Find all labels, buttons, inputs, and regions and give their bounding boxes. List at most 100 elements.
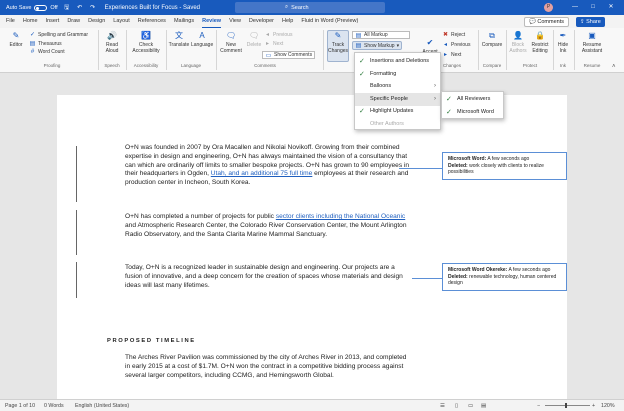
- next-comment-icon: ▸: [265, 41, 269, 47]
- tab-home[interactable]: Home: [23, 15, 38, 28]
- zoom-slider-handle[interactable]: [565, 403, 567, 408]
- show-comments-label: Show Comments: [274, 52, 313, 58]
- read-mode-icon[interactable]: ▯: [455, 403, 458, 409]
- balloon-connector: [412, 278, 442, 279]
- revision-balloon[interactable]: Microsoft Word Okereke: A few seconds ag…: [442, 263, 567, 291]
- track-changes-button[interactable]: ✎ Track Changes: [327, 30, 349, 62]
- spelling-icon: ✓: [29, 32, 36, 38]
- menu-item-balloons[interactable]: Balloons ›: [355, 80, 440, 93]
- checkmark-icon: ✓: [359, 58, 365, 65]
- restrict-editing-button[interactable]: 🔒 Restrict Editing: [530, 31, 550, 54]
- paragraph-3[interactable]: Today, O+N is a recognized leader in sus…: [125, 264, 410, 290]
- menu-item-specific-people[interactable]: Specific People ›: [355, 92, 440, 106]
- thesaurus-icon: ▤: [29, 41, 36, 47]
- tab-insert[interactable]: Insert: [46, 15, 60, 28]
- compare-button[interactable]: ⧉ Compare: [481, 31, 503, 48]
- reject-button[interactable]: ✖ Reject: [442, 31, 465, 39]
- new-comment-label-2: Comment: [220, 48, 242, 54]
- search-box[interactable]: ⌕ Search: [235, 2, 385, 13]
- check-accessibility-button[interactable]: ♿ Check Accessibility: [130, 31, 162, 54]
- tab-fluid-in-word-preview[interactable]: Fluid in Word (Preview): [301, 15, 358, 28]
- menu-item-label: Balloons: [370, 83, 392, 89]
- block-authors-button[interactable]: 👤 Block Authors: [508, 31, 528, 54]
- ink-icon: ✒: [559, 31, 567, 40]
- markup-display-select[interactable]: ▤ All Markup: [352, 31, 410, 39]
- maximize-button[interactable]: □: [586, 0, 600, 15]
- group-language: Language: [180, 63, 202, 68]
- tab-review[interactable]: Review: [202, 15, 222, 28]
- delete-comment-button[interactable]: 🗨 Delete: [245, 31, 263, 48]
- thesaurus-button[interactable]: ▤ Thesaurus: [29, 40, 62, 48]
- tab-view[interactable]: View: [229, 15, 241, 28]
- focus-icon[interactable]: ☰: [440, 403, 445, 409]
- show-markup-label: Show Markup: [364, 42, 395, 49]
- menu-item-formatting[interactable]: ✓ Formatting: [355, 68, 440, 81]
- paragraph-2[interactable]: O+N has completed a number of projects f…: [125, 213, 410, 239]
- tab-help[interactable]: Help: [282, 15, 293, 28]
- new-comment-button[interactable]: 🗨 New Comment: [219, 31, 243, 54]
- autosave-switch-icon[interactable]: [34, 4, 48, 11]
- lock-icon: 🔒: [535, 31, 545, 40]
- word-count-button[interactable]: # Word Count: [29, 49, 65, 55]
- tab-references[interactable]: References: [138, 15, 166, 28]
- translate-button[interactable]: 文 Translate: [168, 31, 190, 48]
- web-layout-icon[interactable]: ▤: [481, 403, 486, 409]
- document-title[interactable]: Experiences Built for Focus - Saved: [105, 5, 200, 11]
- editor-button[interactable]: ✎ Editor: [6, 31, 26, 48]
- next-change-button[interactable]: ▸ Next: [442, 51, 461, 59]
- balloon-time: A few seconds ago: [507, 267, 551, 273]
- save-icon[interactable]: 🖫: [63, 4, 71, 12]
- group-protect: Protect: [522, 63, 538, 68]
- menu-item-microsoft-word[interactable]: ✓ Microsoft Word: [442, 106, 503, 119]
- autosave-toggle[interactable]: Auto Save Off: [6, 4, 58, 11]
- tab-mailings[interactable]: Mailings: [174, 15, 194, 28]
- previous-comment-button[interactable]: ◂ Previous: [264, 31, 292, 39]
- paragraph-1[interactable]: O+N was founded in 2007 by Ora Macallen …: [125, 144, 410, 188]
- undo-icon[interactable]: ↶: [76, 4, 84, 12]
- tab-file[interactable]: File: [6, 15, 15, 28]
- translate-label: Translate: [168, 42, 190, 48]
- minimize-button[interactable]: —: [568, 0, 582, 15]
- paragraph-4[interactable]: The Arches River Pavilion was commission…: [125, 354, 410, 380]
- avatar[interactable]: P: [544, 3, 553, 12]
- word-count[interactable]: 0 Words: [44, 403, 64, 409]
- show-comments-button[interactable]: ▭ Show Comments: [262, 51, 316, 59]
- tab-design[interactable]: Design: [88, 15, 105, 28]
- checkmark-icon: ✓: [359, 70, 365, 78]
- menu-item-all-reviewers[interactable]: ✓ All Reviewers: [442, 93, 503, 106]
- page-count[interactable]: Page 1 of 10: [5, 403, 35, 409]
- tab-draw[interactable]: Draw: [67, 15, 80, 28]
- close-button[interactable]: ✕: [604, 0, 618, 15]
- show-markup-menu: ✓ Insertions and Deletions ✓ Formatting Ball…: [354, 52, 441, 130]
- chevron-right-icon: ›: [434, 95, 436, 102]
- menu-item-insertions-and-deletions[interactable]: ✓ Insertions and Deletions: [355, 55, 440, 68]
- previous-change-label: Previous: [451, 41, 471, 48]
- tab-layout[interactable]: Layout: [113, 15, 130, 28]
- resume-assistant-button[interactable]: ▣ Resume Assistant: [577, 31, 607, 54]
- menu-item-highlight-updates[interactable]: ✓ Highlight Updates: [355, 105, 440, 118]
- collapse-ribbon-icon[interactable]: ˄: [612, 64, 616, 70]
- redo-icon[interactable]: ↷: [89, 4, 97, 12]
- hide-ink-button[interactable]: ✒ Hide Ink: [555, 31, 571, 54]
- language-button[interactable]: A Language: [191, 31, 213, 48]
- search-placeholder: Search: [291, 4, 309, 11]
- print-layout-icon[interactable]: ▭: [468, 403, 473, 409]
- zoom-slider[interactable]: [545, 405, 590, 406]
- language-status[interactable]: English (United States): [75, 403, 129, 409]
- previous-change-button[interactable]: ◂ Previous: [442, 41, 471, 49]
- show-markup-button[interactable]: ▤ Show Markup ▾: [352, 41, 403, 50]
- zoom-in-icon[interactable]: +: [592, 403, 595, 409]
- read-aloud-button[interactable]: 🔊 Read Aloud: [103, 31, 121, 54]
- chevron-right-icon: ›: [434, 83, 436, 89]
- next-comment-button[interactable]: ▸ Next: [264, 40, 283, 48]
- tab-developer[interactable]: Developer: [249, 15, 274, 28]
- menu-item-other-authors[interactable]: Other Authors: [355, 118, 440, 131]
- section-heading: PROPOSED TIMELINE: [107, 338, 196, 344]
- zoom-level[interactable]: 120%: [601, 403, 615, 409]
- spelling-button[interactable]: ✓ Spelling and Grammar: [29, 31, 88, 39]
- paragraph-1-link[interactable]: Utah, and an additional 75 full time: [211, 170, 313, 177]
- zoom-out-icon[interactable]: −: [537, 403, 540, 409]
- menu-item-label: Other Authors: [370, 120, 404, 127]
- revision-balloon[interactable]: Microsoft Word: A few seconds ago Delete…: [442, 152, 567, 180]
- paragraph-2-link[interactable]: sector clients including the National Oc…: [276, 213, 405, 220]
